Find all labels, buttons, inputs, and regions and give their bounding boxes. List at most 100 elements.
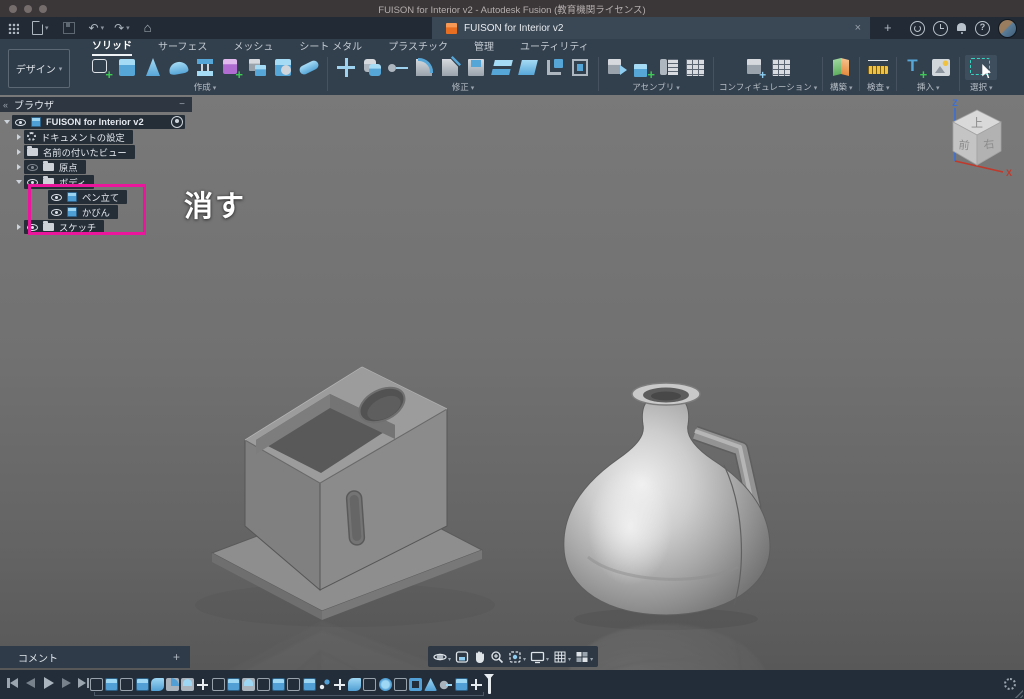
new-component-icon[interactable]	[631, 55, 655, 80]
tab-manage[interactable]: 管理	[474, 38, 494, 55]
tab-utilities[interactable]: ユーティリティ	[520, 38, 589, 55]
sweep-icon[interactable]	[167, 55, 191, 80]
timeline-feature-dome-icon[interactable]	[181, 678, 194, 691]
collapse-browser-icon[interactable]	[3, 100, 8, 110]
workspace-selector[interactable]: デザイン	[8, 49, 70, 88]
look-at-icon[interactable]	[455, 650, 469, 664]
help-icon[interactable]	[975, 21, 990, 36]
orbit-icon[interactable]	[433, 648, 451, 666]
go-to-end-icon[interactable]	[78, 677, 90, 689]
ribbon-group-label[interactable]: 選択	[970, 81, 993, 93]
timeline-feature-extrude-icon[interactable]	[303, 678, 316, 691]
align-icon[interactable]	[542, 55, 566, 80]
timeline-feature-combine-icon[interactable]	[151, 678, 164, 691]
config-table-icon[interactable]	[769, 55, 793, 80]
timeline-feature-extrude-icon[interactable]	[136, 678, 149, 691]
play-icon[interactable]	[42, 677, 54, 689]
ribbon-group-label[interactable]: コンフィギュレーション	[719, 81, 817, 93]
sphere-icon[interactable]	[271, 55, 295, 80]
timeline-feature-move-icon[interactable]	[470, 678, 483, 691]
create-sketch-icon[interactable]	[89, 55, 113, 80]
revolve-icon[interactable]	[141, 55, 165, 80]
app-launcher-grid-icon[interactable]	[8, 23, 19, 34]
home-icon[interactable]	[144, 19, 152, 37]
timeline-feature-sketch-icon[interactable]	[90, 678, 103, 691]
folder-icon[interactable]	[27, 148, 38, 156]
new-tab-icon[interactable]	[884, 20, 892, 35]
viewcube-right-label[interactable]: 右	[983, 136, 995, 151]
chevron-right-icon[interactable]	[14, 164, 24, 170]
step-back-icon[interactable]	[24, 677, 36, 689]
browser-item-named-views[interactable]: 名前の付いたビュー	[0, 145, 192, 159]
ribbon-group-label[interactable]: 検査	[867, 81, 890, 93]
insert-mesh-icon[interactable]	[903, 55, 927, 80]
offset-face-icon[interactable]	[386, 55, 410, 80]
notifications-bell-icon[interactable]	[956, 23, 967, 33]
save-icon[interactable]	[63, 22, 75, 34]
timeline-feature-extrude-icon[interactable]	[455, 678, 468, 691]
timeline-feature-sketch-icon[interactable]	[257, 678, 270, 691]
timeline-feature-offset-icon[interactable]	[439, 678, 452, 691]
press-pull-icon[interactable]	[360, 55, 384, 80]
chevron-right-icon[interactable]	[14, 134, 24, 140]
recent-icon[interactable]	[933, 21, 948, 36]
canvas-icon[interactable]	[929, 55, 953, 80]
gear-icon[interactable]	[27, 132, 36, 141]
undo-icon[interactable]	[89, 19, 99, 37]
ribbon-group-label[interactable]: 修正	[452, 81, 475, 93]
bom-table-icon[interactable]	[683, 55, 707, 80]
folder-icon[interactable]	[43, 163, 54, 171]
timeline-settings-gear-icon[interactable]	[1004, 678, 1016, 690]
browser-item-chip[interactable]: 名前の付いたビュー	[24, 145, 135, 159]
timeline-feature-extrude-icon[interactable]	[272, 678, 285, 691]
fit-window-icon[interactable]	[508, 648, 526, 666]
select-icon[interactable]	[966, 55, 996, 80]
activate-component-radio-icon[interactable]	[171, 116, 183, 128]
timeline-feature-sketch-icon[interactable]	[287, 678, 300, 691]
chamfer-icon[interactable]	[438, 55, 462, 80]
timeline-feature-sketch-icon[interactable]	[394, 678, 407, 691]
loft-icon[interactable]	[193, 55, 217, 80]
timeline-feature-shell-icon[interactable]	[409, 678, 422, 691]
timeline-feature-sweep-icon[interactable]	[379, 678, 392, 691]
timeline-position-marker[interactable]	[488, 675, 491, 694]
primitive-box-icon[interactable]	[245, 55, 269, 80]
account-avatar[interactable]	[998, 19, 1017, 38]
tab-sheet-metal[interactable]: シート メタル	[299, 38, 362, 55]
tab-surface[interactable]: サーフェス	[158, 38, 207, 55]
redo-icon[interactable]	[114, 19, 124, 37]
view-cube[interactable]: 上 前 右 Z X	[933, 98, 1018, 188]
split-body-icon[interactable]	[490, 55, 514, 80]
timeline-feature-sketch-icon[interactable]	[212, 678, 225, 691]
browser-item-chip[interactable]: 原点	[24, 160, 86, 174]
pan-hand-icon[interactable]	[473, 650, 486, 664]
file-menu-icon[interactable]	[32, 21, 43, 35]
go-to-start-icon[interactable]	[6, 677, 18, 689]
grid-display-icon[interactable]	[553, 648, 571, 666]
extensions-icon[interactable]	[910, 21, 925, 36]
measure-icon[interactable]	[866, 55, 890, 80]
create-form-icon[interactable]	[219, 55, 243, 80]
chevron-right-icon[interactable]	[14, 224, 24, 230]
config-cube-icon[interactable]	[743, 55, 767, 80]
multiple-views-icon[interactable]	[575, 648, 593, 666]
viewport-canvas[interactable]: ブラウザ FUISON for Interior v2ドキュメントの設定名前の付…	[0, 95, 1024, 670]
extrude-icon[interactable]	[115, 55, 139, 80]
browser-item-document-settings[interactable]: ドキュメントの設定	[0, 130, 192, 144]
timeline-feature-sketch-icon[interactable]	[120, 678, 133, 691]
eye-icon[interactable]	[15, 117, 26, 126]
timeline-feature-point-icon[interactable]	[318, 678, 331, 691]
zoom-icon[interactable]	[490, 650, 504, 664]
fillet-icon[interactable]	[412, 55, 436, 80]
browser-item-root[interactable]: FUISON for Interior v2	[0, 115, 192, 129]
tab-mesh[interactable]: メッシュ	[233, 38, 273, 55]
timeline-feature-revolve-icon[interactable]	[424, 678, 437, 691]
ribbon-group-label[interactable]: 挿入	[917, 81, 940, 93]
shell-icon[interactable]	[464, 55, 488, 80]
timeline-feature-move-icon[interactable]	[196, 678, 209, 691]
draft-icon[interactable]	[516, 55, 540, 80]
timeline-feature-extrude-icon[interactable]	[105, 678, 118, 691]
comment-bar[interactable]: コメント +	[0, 646, 190, 668]
timeline-feature-move-icon[interactable]	[333, 678, 346, 691]
replace-face-icon[interactable]	[568, 55, 592, 80]
